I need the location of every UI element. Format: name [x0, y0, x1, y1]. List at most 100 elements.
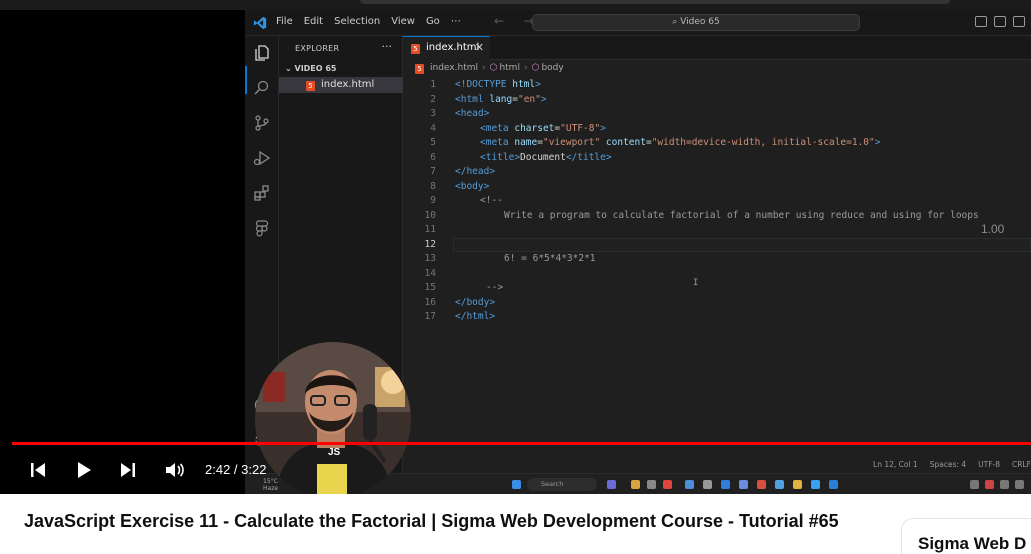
html5-file-icon: 5 [415, 64, 424, 74]
line-number: 10 [424, 209, 436, 221]
line-number: 14 [424, 267, 436, 279]
menu-view[interactable]: View [391, 16, 415, 27]
tab-label: index.html [426, 42, 480, 53]
search-icon[interactable] [253, 79, 271, 97]
code-line: 8 <body> [403, 180, 1031, 195]
code-line: 4 <meta charset="UTF-8"> [403, 122, 1031, 137]
line-number: 4 [430, 122, 436, 134]
time-display: 2:42 / 3:22 [205, 462, 267, 477]
code-line: 17 </html> [403, 310, 1031, 325]
toggle-sidebar-icon[interactable] [975, 16, 987, 27]
chevron-down-icon: ⌄ [285, 64, 295, 73]
previous-icon[interactable] [27, 459, 49, 481]
code-token: <title> [480, 151, 521, 163]
text-cursor-icon: I [693, 278, 699, 288]
menu-edit[interactable]: Edit [304, 16, 323, 27]
command-center-label: Video 65 [680, 17, 720, 27]
element-icon: ⬡ [531, 63, 540, 73]
code-line: 2 <html lang="en"> [403, 93, 1031, 108]
code-token: <head> [455, 108, 490, 119]
code-token: <body> [455, 180, 490, 192]
toggle-secondary-sidebar-icon[interactable] [1013, 16, 1025, 27]
menu-selection[interactable]: Selection [334, 16, 380, 27]
top-strip [0, 0, 1031, 10]
code-comment: Write a program to calculate factorial o… [504, 209, 979, 221]
progress-bar[interactable] [12, 442, 1031, 445]
active-indicator [245, 66, 247, 94]
channel-card[interactable]: Sigma Web D [901, 518, 1031, 554]
line-number: 16 [424, 296, 436, 308]
toggle-panel-icon[interactable] [994, 16, 1006, 27]
code-line: 9 <!-- [403, 194, 1031, 209]
code-token: content [605, 137, 646, 148]
chevron-right-icon: › [481, 63, 486, 73]
code-line: 15 --> [403, 281, 1031, 296]
command-center[interactable]: ⌕ Video 65 [532, 14, 860, 31]
breadcrumb: 5 index.html › ⬡ html › ⬡ body [415, 63, 564, 74]
code-token: <meta [480, 137, 509, 148]
channel-name[interactable]: Sigma Web D [918, 534, 1026, 554]
menu-more[interactable]: ⋯ [451, 16, 461, 27]
player-controls: 2:42 / 3:22 [0, 451, 1031, 489]
code-token: <html [455, 93, 484, 105]
code-token: <meta [480, 122, 509, 134]
menu-go[interactable]: Go [426, 16, 440, 27]
code-token: --> [486, 282, 504, 293]
close-icon[interactable]: ✕ [475, 37, 484, 59]
element-icon: ⬡ [489, 63, 498, 73]
breadcrumb-item[interactable]: index.html [430, 63, 478, 73]
code-line: 11 [403, 223, 1031, 238]
code-token: </head> [455, 166, 496, 177]
line-number: 17 [424, 311, 436, 322]
line-number: 3 [430, 108, 436, 119]
code-token: <!DOCTYPE [455, 79, 507, 90]
editor-tabs: 5 index.html ✕ [403, 36, 1031, 60]
code-line: 6 <title>Document</title> [403, 151, 1031, 166]
chevron-right-icon: › [523, 63, 528, 73]
line-number: 5 [430, 137, 436, 148]
code-token: "en" [517, 93, 541, 105]
explorer-icon[interactable] [253, 44, 271, 62]
breadcrumb-item[interactable]: body [541, 63, 563, 73]
code-token: "width=device-width, initial-scale=1.0" [651, 137, 875, 148]
code-token: name [514, 137, 538, 148]
code-token: "viewport" [542, 137, 601, 148]
extensions-icon[interactable] [253, 184, 271, 202]
menu-bar: File Edit Selection View Go ⋯ [276, 16, 461, 27]
run-debug-icon[interactable] [253, 149, 271, 167]
code-token: "UTF-8" [560, 122, 601, 134]
file-item-index-html[interactable]: 5 index.html [279, 77, 403, 93]
code-token: Document [520, 151, 566, 163]
breadcrumb-item[interactable]: html [499, 63, 520, 73]
code-token: <!-- [480, 195, 503, 206]
vscode-titlebar: File Edit Selection View Go ⋯ ← → ⌕ Vide… [245, 10, 1031, 36]
folder-item[interactable]: ⌄ VIDEO 65 [285, 64, 337, 73]
line-number: 9 [430, 195, 436, 206]
code-line: 5 <meta name="viewport" content="width=de… [403, 136, 1031, 151]
code-line: 1 <!DOCTYPE html> [403, 78, 1031, 93]
explorer-more-button[interactable]: ··· [382, 40, 393, 53]
menu-file[interactable]: File [276, 16, 293, 27]
code-line: 7 </head> [403, 165, 1031, 180]
play-icon[interactable] [72, 459, 94, 481]
tab-index-html[interactable]: 5 index.html ✕ [403, 36, 490, 60]
line-number: 11 [424, 224, 436, 235]
editor-area: 5 index.html ✕ 5 index.html › ⬡ html › ⬡ body 1 <!… [403, 36, 1031, 494]
folder-label: VIDEO 65 [294, 64, 337, 73]
vscode-logo-icon [253, 16, 267, 30]
figma-icon[interactable] [253, 219, 271, 237]
volume-icon[interactable] [163, 459, 185, 481]
code-line: 3 <head> [403, 107, 1031, 122]
video-player[interactable]: File Edit Selection View Go ⋯ ← → ⌕ Vide… [0, 0, 1031, 494]
next-icon[interactable] [117, 459, 139, 481]
code-token: lang [489, 93, 513, 105]
code-line: 14 [403, 267, 1031, 282]
code-line: 10 Write a program to calculate factorial… [403, 209, 1031, 224]
line-number: 1 [430, 79, 436, 90]
line-number: 8 [430, 180, 436, 192]
code-comment: 6! = 6*5*4*3*2*1 [504, 253, 596, 264]
html5-file-icon: 5 [306, 81, 315, 91]
layout-controls [975, 16, 1025, 27]
video-title: JavaScript Exercise 11 - Calculate the F… [24, 511, 839, 531]
source-control-icon[interactable] [253, 114, 271, 132]
